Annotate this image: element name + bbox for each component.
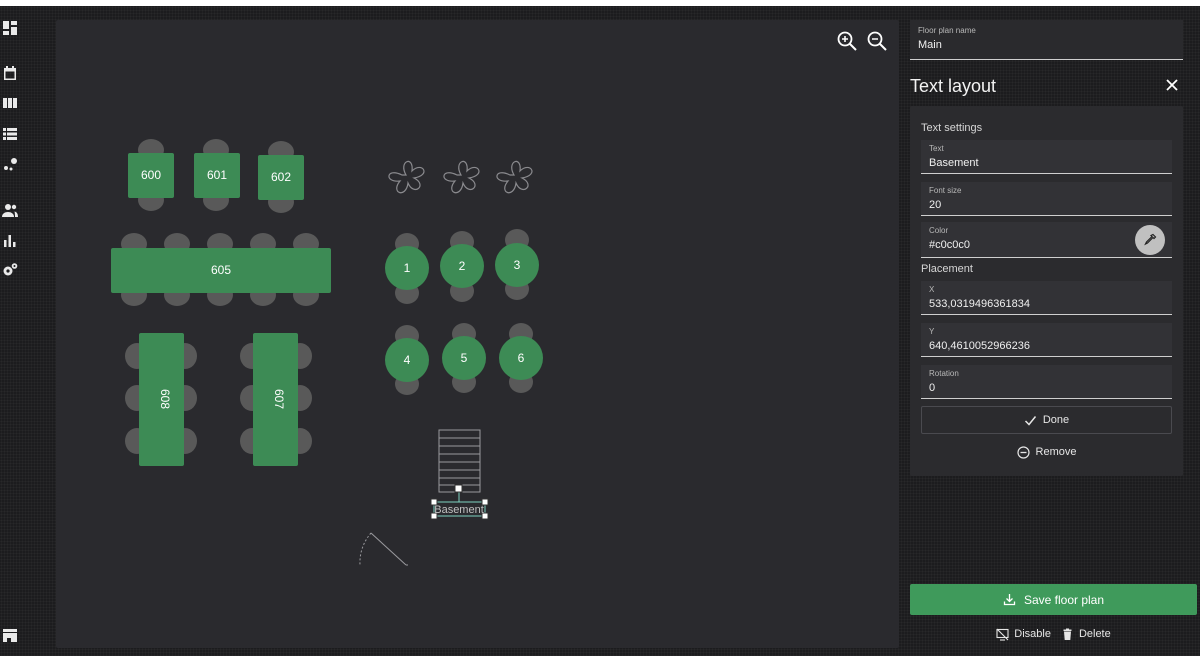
- check-icon: [1024, 415, 1036, 426]
- x-label: X: [929, 285, 935, 294]
- table-label-601: 601: [207, 168, 227, 182]
- table-label-6: 6: [518, 351, 525, 365]
- y-value[interactable]: 640,4610052966236: [929, 340, 1164, 353]
- trash-icon: [1063, 628, 1072, 640]
- table-label-602: 602: [271, 170, 291, 184]
- stairs-icon: [438, 429, 481, 493]
- basement-text: Basement: [434, 504, 484, 516]
- y-label: Y: [929, 327, 935, 336]
- table-label-600: 600: [141, 168, 161, 182]
- table-label-2: 2: [459, 259, 466, 273]
- y-field[interactable]: Y 640,4610052966236: [921, 323, 1172, 357]
- placement-label: Placement: [921, 263, 973, 275]
- text-settings-label: Text settings: [921, 122, 983, 134]
- eyedropper-icon: [1144, 233, 1157, 246]
- table-label-3: 3: [514, 258, 521, 272]
- table-label-5: 5: [461, 351, 468, 365]
- table-label-607: 607: [272, 389, 286, 409]
- remove-button[interactable]: Remove: [921, 442, 1172, 462]
- delete-button[interactable]: Delete: [1061, 624, 1111, 644]
- table-label-4: 4: [404, 353, 411, 367]
- color-picker-button[interactable]: [1135, 225, 1165, 255]
- close-icon: [1166, 79, 1178, 91]
- graph-icon[interactable]: [2, 157, 18, 173]
- text-field[interactable]: Text Basement: [921, 140, 1172, 174]
- door-icon: [359, 532, 408, 566]
- columns-icon[interactable]: [2, 95, 18, 111]
- minus-circle-icon: [1016, 445, 1030, 459]
- text-label: Text: [929, 144, 944, 153]
- table-label-1: 1: [404, 261, 411, 275]
- rotation-value[interactable]: 0: [929, 382, 1164, 395]
- color-field[interactable]: Color #c0c0c0: [921, 222, 1172, 258]
- font-size-value[interactable]: 20: [929, 199, 1164, 212]
- disable-button[interactable]: Disable: [996, 624, 1051, 644]
- floor-plan-name-value[interactable]: Main: [918, 39, 1175, 52]
- plant-icon: [496, 160, 533, 194]
- list-icon[interactable]: [2, 126, 18, 142]
- text-value[interactable]: Basement: [929, 157, 1164, 170]
- floor-plan-drawing: 600 601 602 605 608 607 1 2 3 4 5 6 Base…: [111, 139, 543, 566]
- zoom-in-icon: [837, 31, 857, 51]
- download-icon: [1003, 594, 1016, 606]
- store-icon[interactable]: [2, 627, 18, 643]
- floor-plan-canvas[interactable]: 600 601 602 605 608 607 1 2 3 4 5 6 Base…: [56, 20, 899, 648]
- save-floor-plan-label: Save floor plan: [1023, 592, 1105, 607]
- rotation-label: Rotation: [929, 369, 959, 378]
- table-label-605: 605: [211, 263, 231, 277]
- zoom-in-button[interactable]: [836, 30, 858, 52]
- x-value[interactable]: 533,0319496361834: [929, 298, 1164, 311]
- rotation-field[interactable]: Rotation 0: [921, 365, 1172, 399]
- floor-plan-name-label: Floor plan name: [918, 26, 976, 35]
- dashboard-icon[interactable]: [2, 20, 18, 36]
- close-button[interactable]: [1163, 76, 1181, 94]
- settings-icon[interactable]: [2, 262, 18, 278]
- selected-text-element: Basement: [430, 484, 489, 520]
- zoom-out-button[interactable]: [866, 30, 888, 52]
- plant-icon: [443, 160, 480, 194]
- text-layout-title: Text layout: [910, 76, 997, 96]
- table-label-608: 608: [158, 389, 172, 409]
- floor-plan-name-field[interactable]: Floor plan name Main: [910, 20, 1183, 60]
- done-button[interactable]: Done: [921, 406, 1172, 434]
- text-settings-panel: Text settings Text Basement Font size 20…: [910, 106, 1183, 476]
- save-floor-plan-button[interactable]: Save floor plan: [910, 584, 1197, 615]
- x-field[interactable]: X 533,0319496361834: [921, 281, 1172, 315]
- font-size-label: Font size: [929, 186, 962, 195]
- remove-label: Remove: [1035, 446, 1077, 458]
- people-icon[interactable]: [2, 202, 18, 218]
- bar-chart-icon[interactable]: [2, 232, 18, 248]
- color-label: Color: [929, 226, 949, 235]
- font-size-field[interactable]: Font size 20: [921, 182, 1172, 216]
- disable-label: Disable: [1014, 628, 1051, 640]
- delete-label: Delete: [1078, 628, 1111, 640]
- calendar-icon[interactable]: [2, 65, 18, 81]
- color-value[interactable]: #c0c0c0: [929, 239, 1164, 252]
- footer-actions: Disable Delete: [910, 624, 1197, 644]
- plant-icon: [388, 160, 425, 194]
- zoom-out-icon: [867, 31, 887, 51]
- done-label: Done: [1042, 414, 1070, 426]
- screen-off-icon: [996, 628, 1009, 641]
